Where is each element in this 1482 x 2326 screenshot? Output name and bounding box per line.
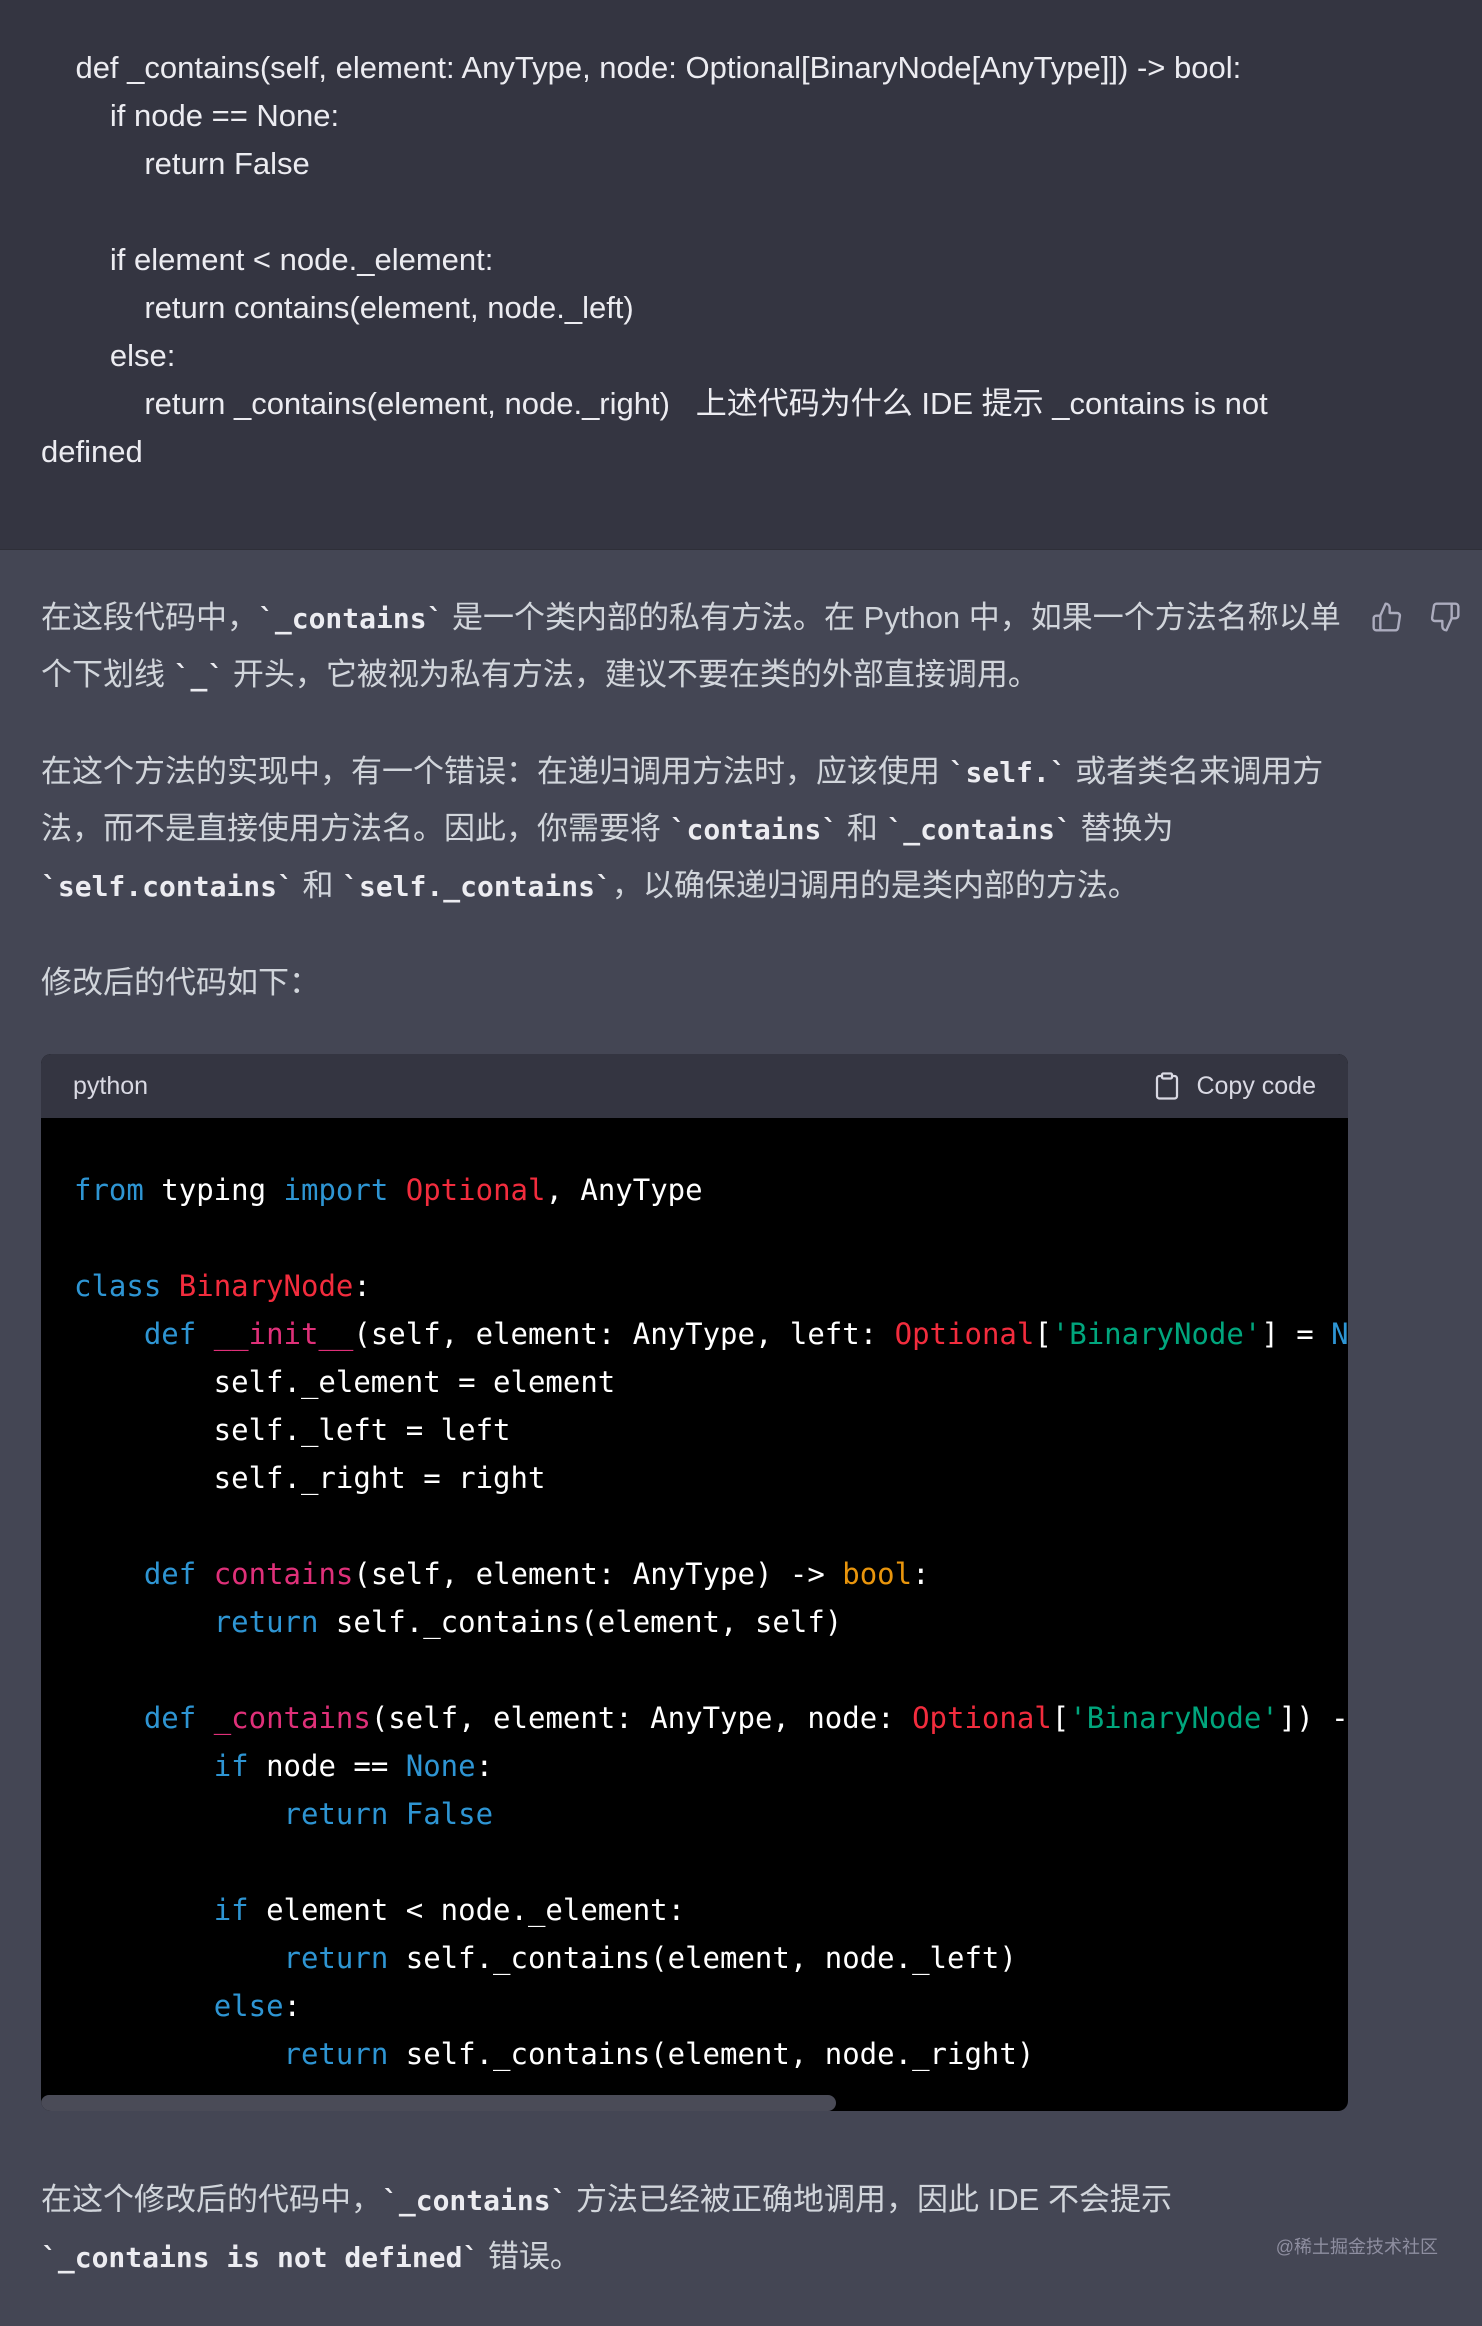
assistant-paragraph-2: 在这个方法的实现中，有一个错误：在递归调用方法时，应该使用 `self.` 或者… bbox=[41, 754, 1324, 903]
user-message-text: def _contains(self, element: AnyType, no… bbox=[41, 50, 1268, 469]
code-content: from typing import Optional, AnyType cla… bbox=[74, 1173, 1348, 2071]
thumbs-down-icon bbox=[1430, 602, 1460, 632]
copy-code-button[interactable]: Copy code bbox=[1152, 1071, 1316, 1101]
thumbs-up-icon bbox=[1372, 602, 1402, 632]
copy-code-label: Copy code bbox=[1196, 1071, 1316, 1100]
code-block-header: python Copy code bbox=[41, 1054, 1348, 1118]
inline-code: `_contains` bbox=[382, 2184, 568, 2217]
thumbs-up-button[interactable] bbox=[1370, 600, 1404, 634]
code-language-label: python bbox=[73, 1071, 149, 1100]
watermark: @稀土掘金技术社区 bbox=[1275, 2237, 1438, 2257]
inline-code: `self._contains` bbox=[342, 870, 612, 903]
inline-code: `_contains` bbox=[886, 813, 1072, 846]
inline-code: `self.contains` bbox=[41, 870, 294, 903]
inline-code: `_contains` bbox=[258, 602, 444, 635]
inline-code: `_contains is not defined` bbox=[41, 2241, 480, 2274]
feedback-buttons bbox=[1370, 600, 1462, 634]
inline-code: `self.` bbox=[948, 756, 1067, 789]
assistant-paragraph-1: 在这段代码中，`_contains` 是一个类内部的私有方法。在 Python … bbox=[41, 600, 1341, 692]
assistant-message: 在这段代码中，`_contains` 是一个类内部的私有方法。在 Python … bbox=[41, 590, 1349, 1051]
clipboard-icon bbox=[1156, 1072, 1179, 1100]
assistant-paragraph-4: 在这个修改后的代码中，`_contains` 方法已经被正确地调用，因此 IDE… bbox=[41, 2182, 1172, 2274]
user-message-block: def _contains(self, element: AnyType, no… bbox=[0, 0, 1482, 550]
thumbs-down-button[interactable] bbox=[1428, 600, 1462, 634]
code-body: from typing import Optional, AnyType cla… bbox=[41, 1118, 1348, 2111]
assistant-message-footer: 在这个修改后的代码中，`_contains` 方法已经被正确地调用，因此 IDE… bbox=[41, 2172, 1349, 2326]
inline-code: `_` bbox=[173, 659, 225, 692]
horizontal-scrollbar[interactable] bbox=[41, 2095, 836, 2111]
code-block: python Copy code from typing import Opti… bbox=[41, 1054, 1348, 2111]
assistant-paragraph-3: 修改后的代码如下： bbox=[41, 965, 320, 1000]
inline-code: `contains` bbox=[669, 813, 839, 846]
